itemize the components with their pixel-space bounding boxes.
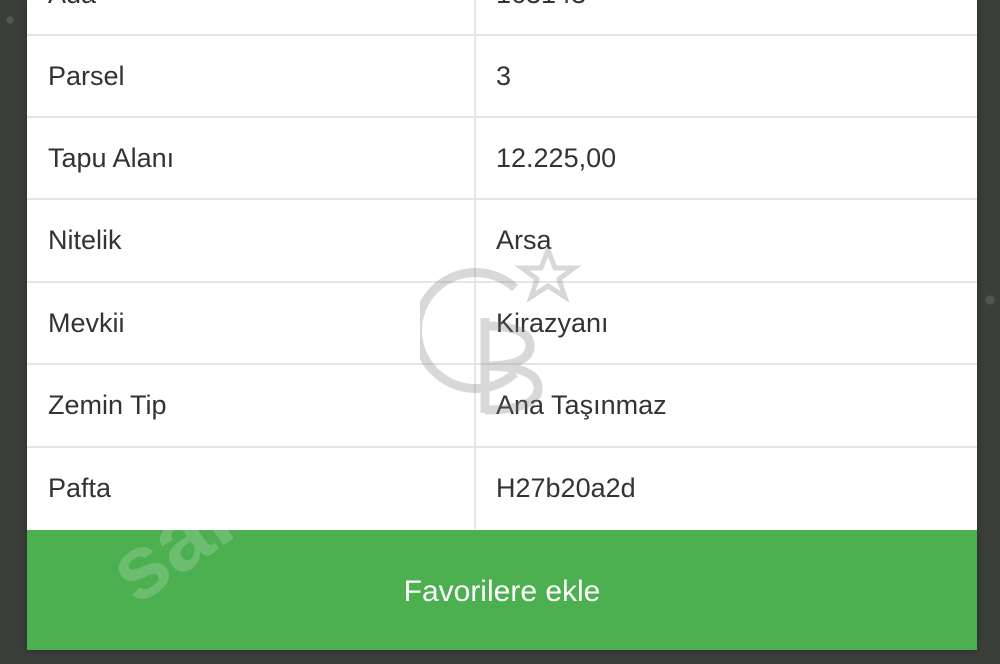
row-value: Kirazyanı [496, 308, 609, 338]
table-row-nitelik: Nitelik Arsa [27, 198, 977, 280]
row-value: H27b20a2d [496, 473, 636, 503]
add-to-favorites-label: Favorilere ekle [403, 575, 601, 608]
row-value: 163143 [496, 0, 586, 34]
add-to-favorites-button[interactable]: Favorilere ekle [27, 530, 977, 650]
row-label: Pafta [48, 473, 112, 503]
row-label: Ada [48, 0, 96, 34]
row-label: Mevkii [48, 308, 125, 338]
row-value: Ana Taşınmaz [496, 390, 667, 420]
row-label: Tapu Alanı [48, 143, 175, 173]
table-row-tapu-alani: Tapu Alanı 12.225,00 [27, 116, 977, 198]
table-row-parsel: Parsel 3 [27, 34, 977, 116]
table-row-mevkii: Mevkii Kirazyanı [27, 281, 977, 363]
table-row-zemin-tip: Zemin Tip Ana Taşınmaz [27, 363, 977, 445]
row-label: Parsel [48, 61, 125, 91]
row-value: 3 [496, 61, 512, 91]
row-label: Nitelik [48, 225, 122, 255]
row-value: 12.225,00 [496, 143, 617, 173]
table-row-pafta: Pafta H27b20a2d [27, 446, 977, 528]
table-row-ada: Ada 163143 [27, 0, 977, 34]
row-label: Zemin Tip [48, 390, 167, 420]
row-value: Arsa [496, 225, 552, 255]
